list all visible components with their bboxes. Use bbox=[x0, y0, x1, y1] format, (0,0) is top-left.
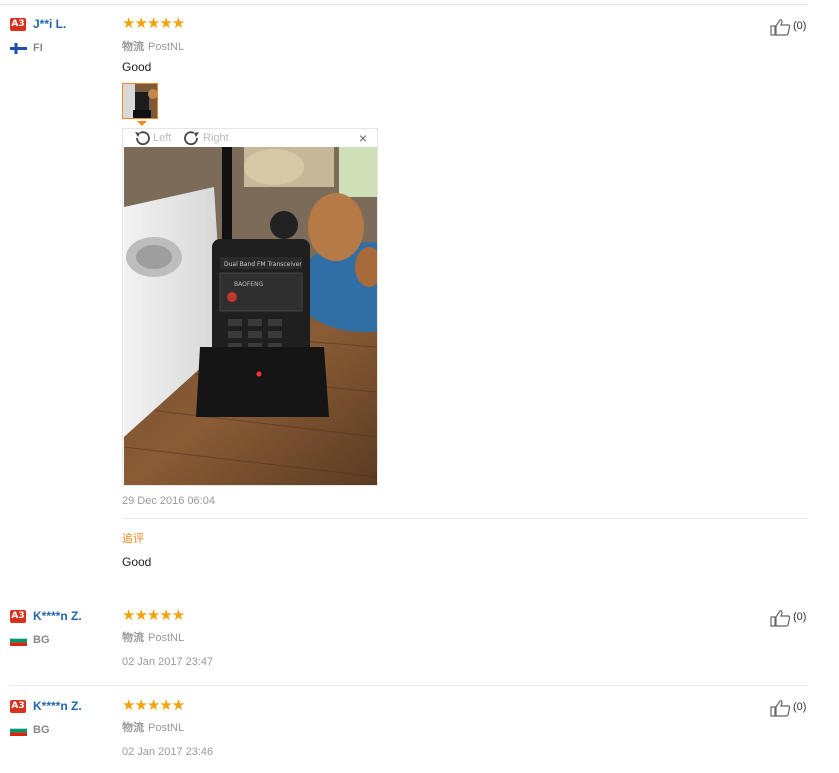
star-rating: ★★★★★ bbox=[122, 15, 185, 32]
thumbnail-pointer bbox=[137, 121, 147, 126]
rotate-right-label: Right bbox=[203, 132, 229, 144]
rotate-left-icon bbox=[135, 131, 150, 146]
review-date: 02 Jan 2017 23:46 bbox=[122, 746, 214, 758]
country-code: FI bbox=[33, 42, 43, 54]
country-code: BG bbox=[33, 724, 50, 736]
like-count: (0) bbox=[793, 611, 807, 623]
buyer-level-badge: A3 bbox=[10, 700, 26, 713]
review-photo-thumbnail[interactable] bbox=[122, 83, 158, 119]
thumbs-up-icon bbox=[770, 700, 791, 717]
rotate-right-icon bbox=[184, 131, 199, 146]
logistics-label: 物流 bbox=[122, 41, 144, 53]
thumbs-up-icon bbox=[770, 19, 791, 36]
thumbs-up-icon bbox=[770, 610, 791, 627]
photo-viewer: Left Right × Dual Band FM Transceiver BA… bbox=[122, 128, 378, 486]
reviewer-name: K****n Z. bbox=[33, 699, 82, 713]
top-divider bbox=[0, 4, 808, 5]
logistics-info: 物流 PostNL bbox=[122, 719, 184, 735]
additional-review-text: Good bbox=[122, 555, 152, 569]
rotate-right-button[interactable]: Right bbox=[183, 130, 239, 146]
logistics-label: 物流 bbox=[122, 632, 144, 644]
like-count: (0) bbox=[793, 701, 807, 713]
like-count: (0) bbox=[793, 20, 807, 32]
logistics-value: PostNL bbox=[148, 632, 185, 644]
star-rating: ★★★★★ bbox=[122, 607, 185, 624]
review-photo: Dual Band FM Transceiver BAOFENG bbox=[124, 147, 377, 485]
like-button[interactable]: (0) bbox=[770, 609, 810, 627]
star-rating: ★★★★★ bbox=[122, 697, 185, 714]
photo-label-text: Dual Band FM Transceiver bbox=[224, 261, 302, 268]
logistics-value: PostNL bbox=[148, 722, 185, 734]
bulgaria-flag-icon bbox=[10, 725, 27, 736]
logistics-value: PostNL bbox=[148, 41, 185, 53]
rotate-left-label: Left bbox=[153, 132, 172, 144]
reviewer-name: J**i L. bbox=[33, 17, 67, 31]
buyer-level-badge: A3 bbox=[10, 610, 26, 623]
close-icon[interactable]: × bbox=[359, 130, 367, 146]
finland-flag-icon bbox=[10, 43, 27, 54]
review-date: 29 Dec 2016 06:04 bbox=[122, 495, 215, 507]
photo-brand-text: BAOFENG bbox=[234, 281, 264, 288]
like-button[interactable]: (0) bbox=[770, 18, 810, 36]
buyer-level-badge: A3 bbox=[10, 18, 26, 31]
country-code: BG bbox=[33, 634, 50, 646]
divider bbox=[122, 518, 808, 519]
additional-review-label: 追评 bbox=[122, 533, 144, 545]
logistics-label: 物流 bbox=[122, 722, 144, 734]
bulgaria-flag-icon bbox=[10, 635, 27, 646]
divider bbox=[10, 685, 808, 686]
photo-viewer-toolbar: Left Right × bbox=[123, 129, 377, 147]
review-text: Good bbox=[122, 60, 152, 74]
logistics-info: 物流 PostNL bbox=[122, 629, 184, 645]
reviewer-name: K****n Z. bbox=[33, 609, 82, 623]
review-date: 02 Jan 2017 23:47 bbox=[122, 656, 214, 668]
like-button[interactable]: (0) bbox=[770, 699, 810, 717]
rotate-left-button[interactable]: Left bbox=[133, 130, 179, 146]
logistics-info: 物流 PostNL bbox=[122, 38, 184, 54]
